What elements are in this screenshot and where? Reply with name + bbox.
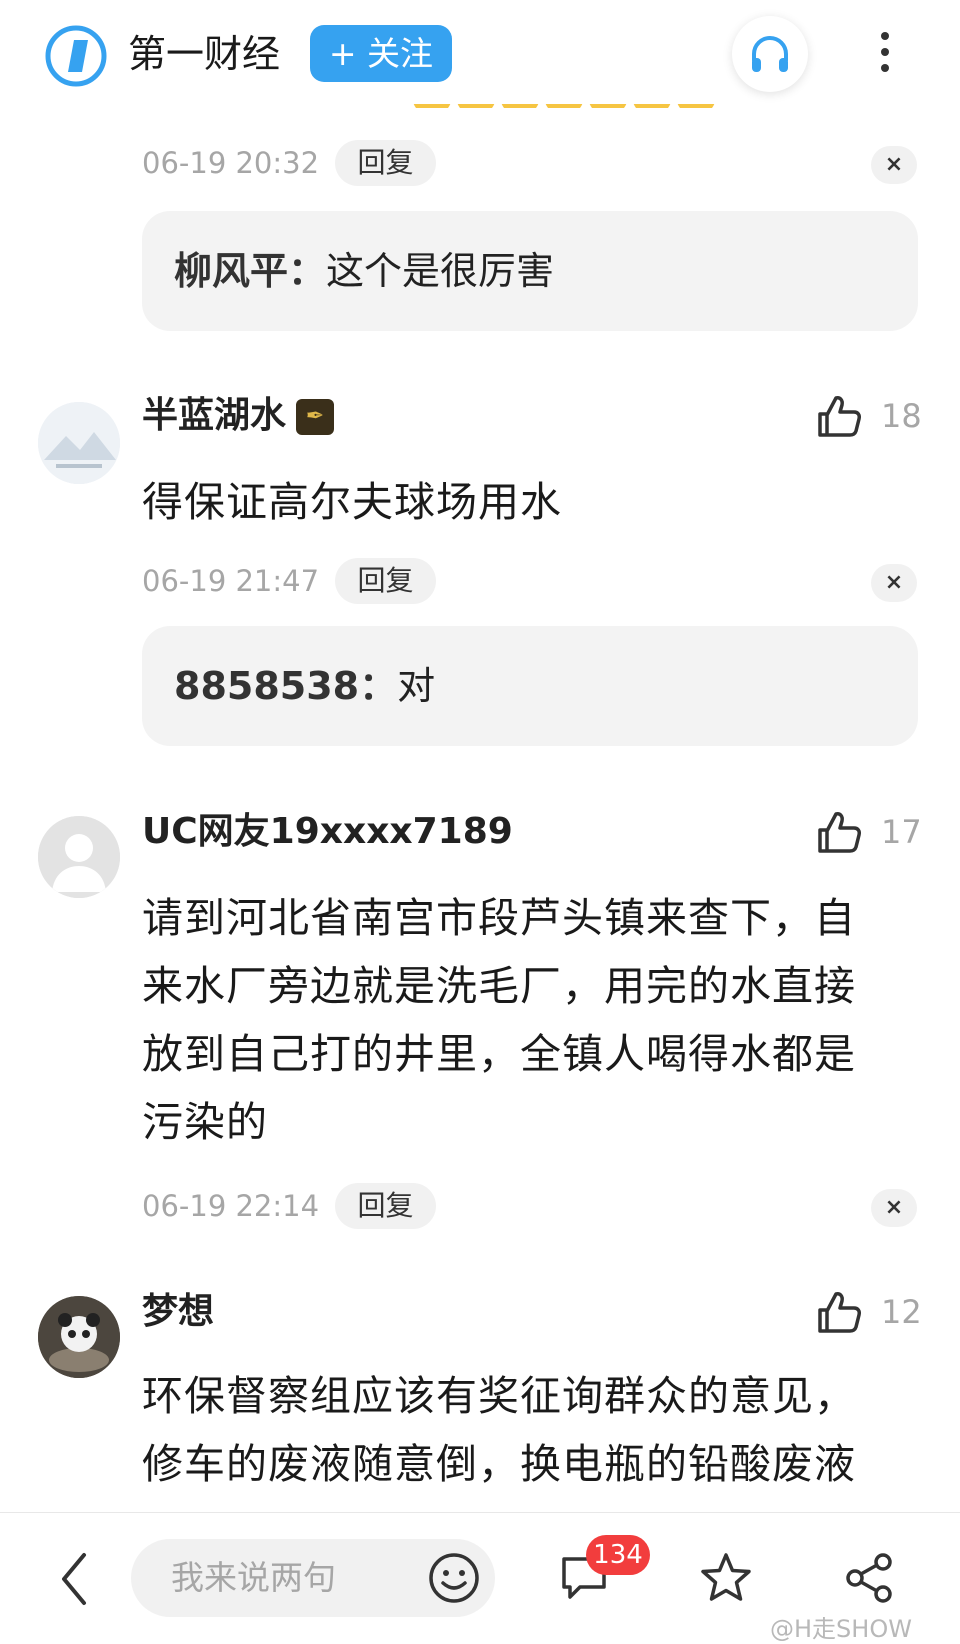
comment-input[interactable]: 我来说两句: [131, 1539, 495, 1617]
sub-reply-box[interactable]: 8858538：对: [142, 626, 918, 746]
reply-button[interactable]: 回复: [335, 1183, 436, 1229]
emoji-icon[interactable]: [427, 1551, 481, 1605]
close-button[interactable]: ×: [871, 564, 917, 602]
like-count: 12: [881, 1293, 922, 1331]
user-level-badge-icon: ✒: [296, 399, 335, 435]
comment-count-badge: 134: [586, 1535, 650, 1575]
sub-reply-name[interactable]: 柳风平：: [174, 249, 326, 293]
comment-text: 得保证高尔夫球场用水: [142, 478, 562, 526]
more-vertical-icon[interactable]: [870, 28, 900, 78]
close-button[interactable]: ×: [871, 1189, 917, 1227]
star-icon[interactable]: [698, 1551, 754, 1605]
thumbs-up-icon: [818, 1292, 861, 1333]
publisher-logo-icon[interactable]: [44, 24, 108, 88]
comment-text: 环保督察组应该有奖征询群众的意见， 修车的废液随意倒，换电瓶的铅酸废液: [142, 1372, 856, 1488]
comment-username[interactable]: UC网友19xxxx7189: [142, 808, 513, 856]
comment-input-placeholder: 我来说两句: [171, 1558, 336, 1597]
comment-username[interactable]: 梦想: [142, 1288, 214, 1336]
follow-button[interactable]: + 关注: [310, 25, 452, 82]
comment-time: 06-19 20:32: [142, 146, 320, 180]
like-count: 18: [881, 397, 922, 435]
avatar[interactable]: [38, 1296, 120, 1378]
close-button[interactable]: ×: [871, 146, 917, 184]
publisher-name[interactable]: 第一财经: [128, 30, 280, 78]
top-bar: 第一财经 + 关注: [0, 0, 960, 104]
share-icon[interactable]: [843, 1551, 897, 1605]
comment-username[interactable]: 半蓝湖水 ✒: [142, 392, 335, 440]
reply-button[interactable]: 回复: [335, 140, 436, 186]
avatar[interactable]: [38, 816, 120, 898]
comment-time: 06-19 22:14: [142, 1189, 320, 1223]
sub-reply-text: 这个是很厉害: [326, 249, 555, 293]
back-chevron-icon[interactable]: [58, 1551, 90, 1607]
reply-button[interactable]: 回复: [335, 558, 436, 604]
comment-time: 06-19 21:47: [142, 564, 320, 598]
listen-button[interactable]: [732, 16, 808, 92]
comment-text: 请到河北省南宫市段芦头镇来查下，自 来水厂旁边就是洗毛厂，用完的水直接 放到自己…: [142, 894, 856, 1146]
sub-reply-text: 对: [397, 664, 436, 708]
watermark: @H走SHOW: [770, 1615, 912, 1643]
thumbs-up-icon: [818, 396, 861, 437]
avatar[interactable]: [38, 402, 120, 484]
thumbs-up-icon: [818, 812, 861, 853]
bottom-bar: 我来说两句 134 @H走SHOW: [0, 1512, 960, 1643]
like-count: 17: [881, 813, 922, 851]
sub-reply-box[interactable]: 柳风平：这个是很厉害: [142, 211, 918, 331]
sub-reply-name[interactable]: 8858538：: [174, 664, 397, 708]
headset-icon: [752, 36, 788, 72]
